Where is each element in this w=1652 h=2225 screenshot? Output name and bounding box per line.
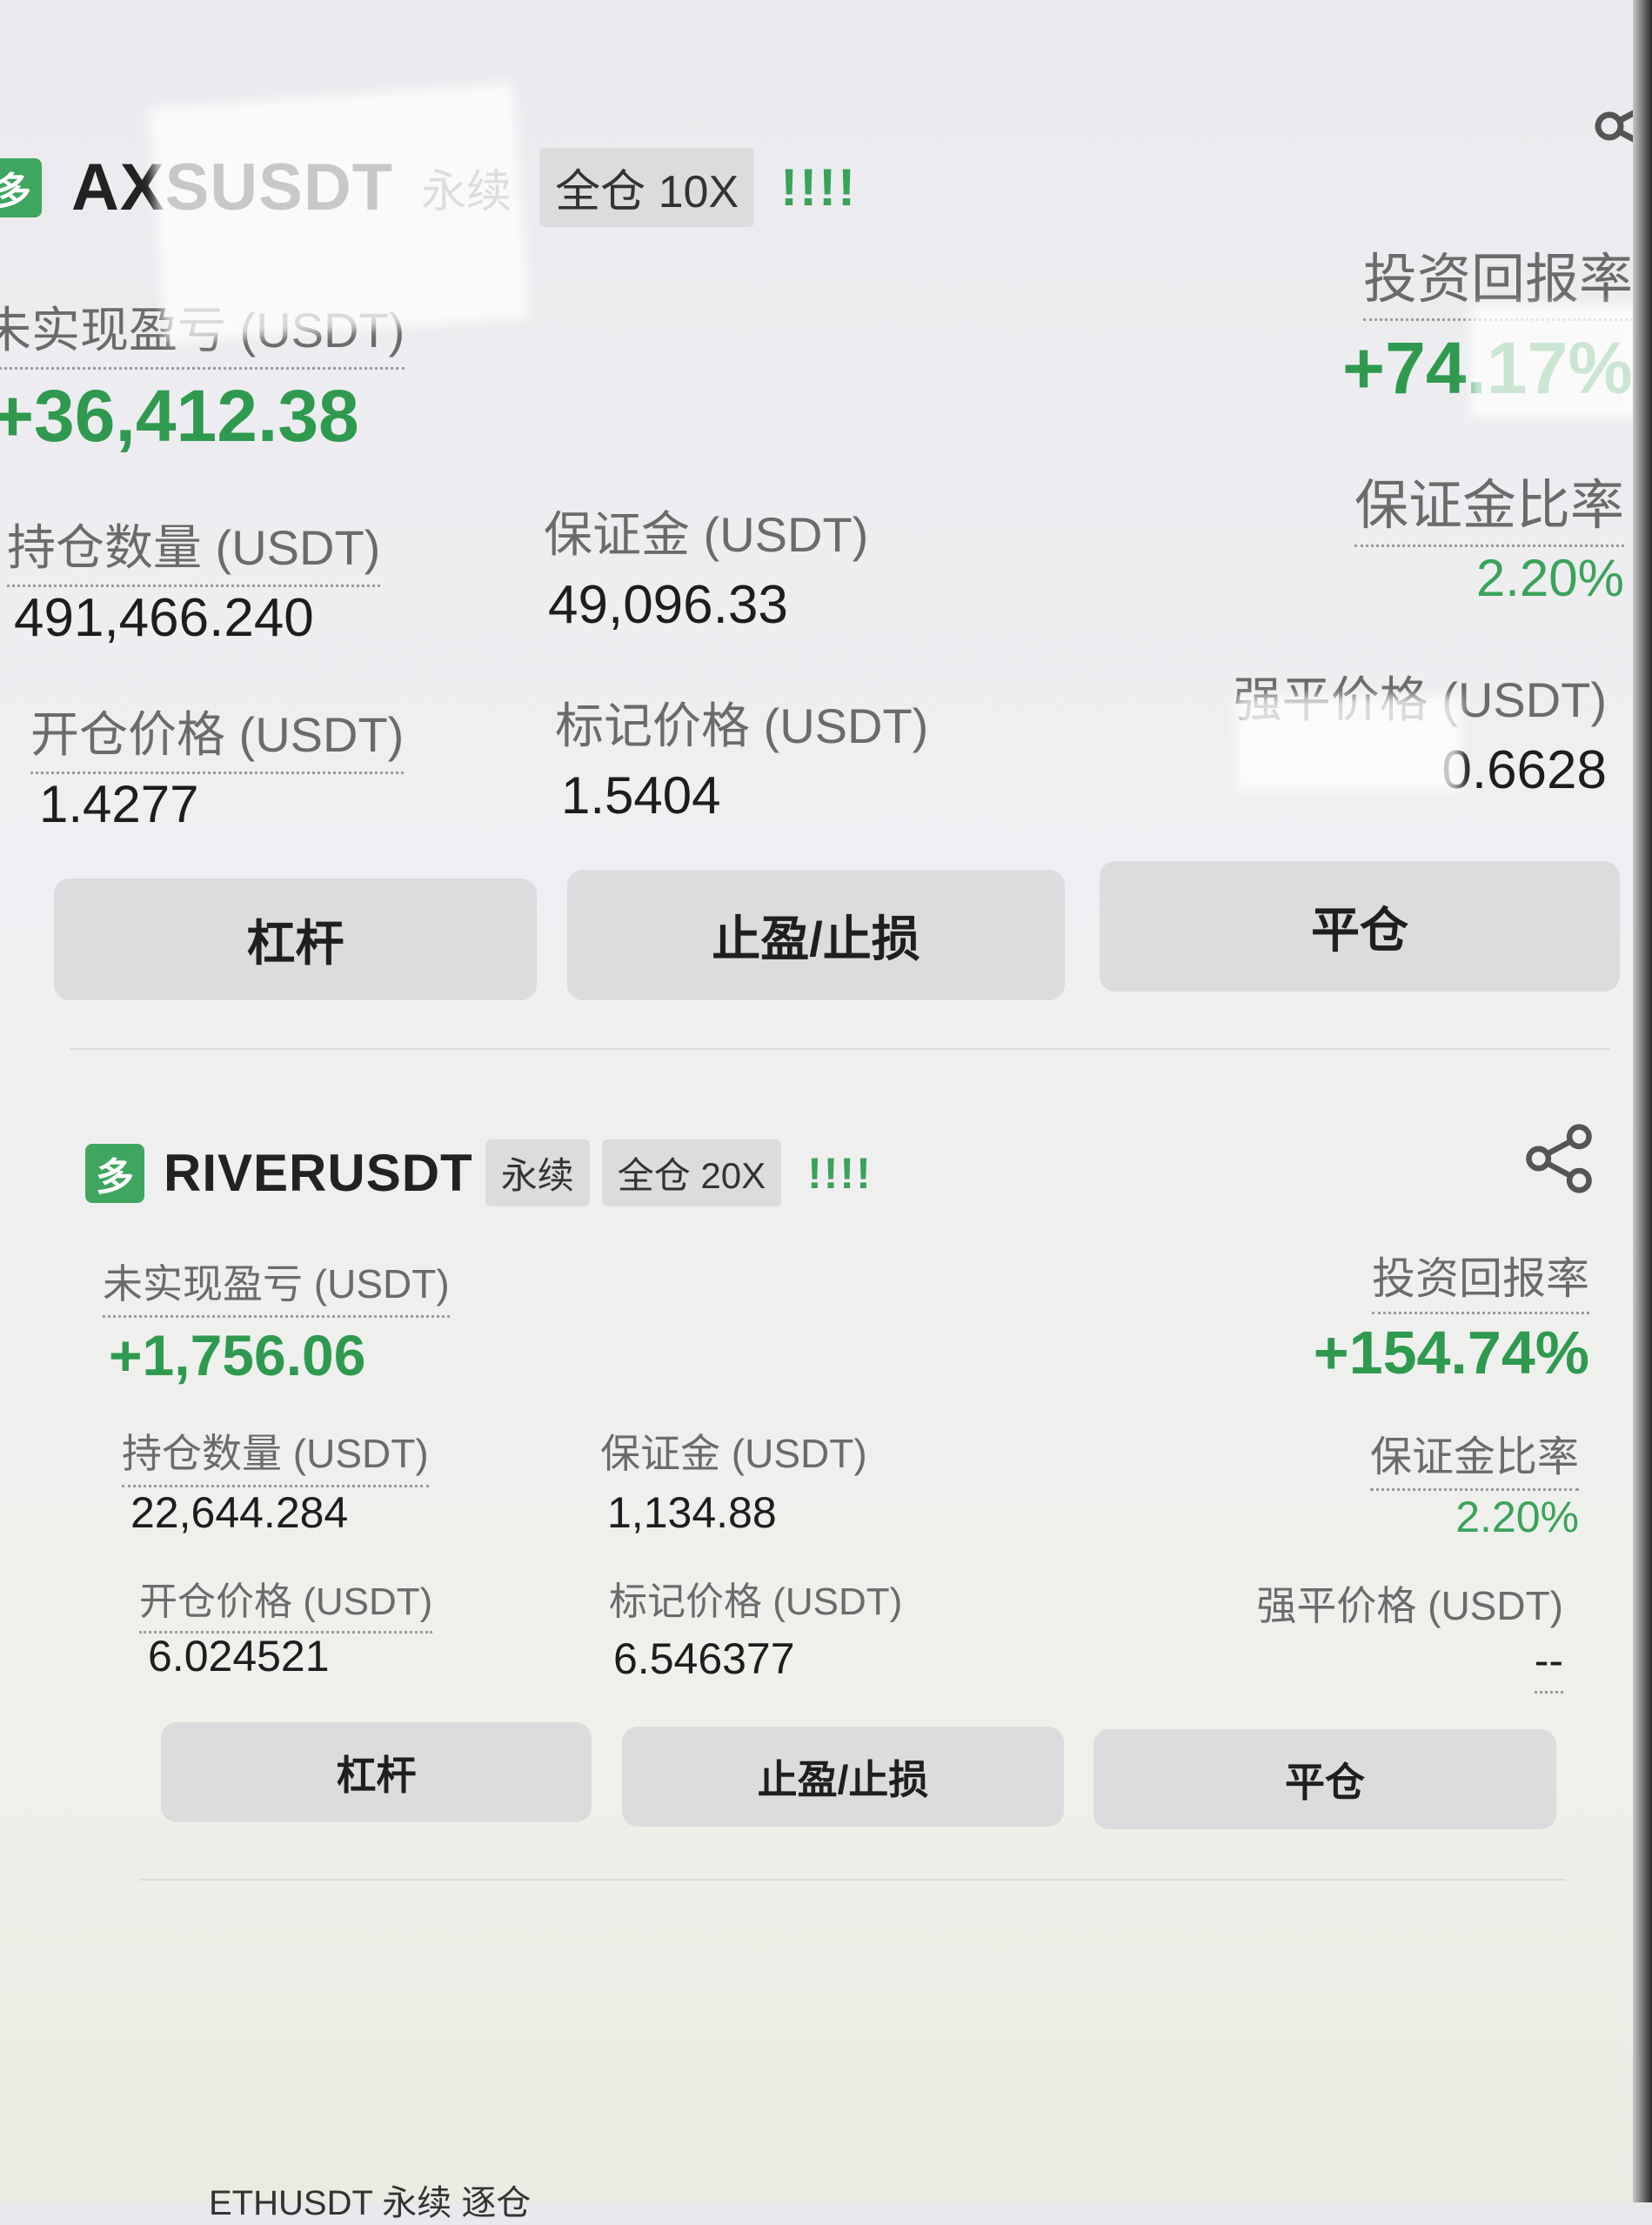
mark-price-label: 标记价格 (USDT) (555, 698, 929, 753)
roi-value: +74.17% (1342, 327, 1633, 409)
position-card: 多 RIVERUSDT 永续 全仓 20X !!!! 未实现盈亏 (USDT) … (0, 1113, 1633, 1861)
tp-sl-button[interactable]: 止盈/止损 (567, 870, 1065, 1000)
signal-indicator: !!!! (807, 1148, 873, 1198)
roi-label[interactable]: 投资回报率 (1372, 1244, 1589, 1314)
liquidation-price-label: 强平价格 (USDT) (1256, 1583, 1563, 1628)
margin-mode-tag[interactable]: 全仓 10X (539, 148, 755, 227)
margin-value: 1,134.88 (607, 1488, 777, 1537)
tp-sl-button[interactable]: 止盈/止损 (622, 1727, 1064, 1827)
long-badge: 多 (85, 1143, 144, 1203)
contract-type-tag: 永续 (421, 167, 512, 217)
leverage-button[interactable]: 杠杆 (161, 1722, 592, 1822)
liquidation-price-value: 0.6628 (1441, 740, 1607, 800)
symbol-name[interactable]: AXSUSDT (71, 150, 393, 225)
unrealized-pnl-value: +1,756.06 (109, 1323, 366, 1387)
position-size-value: 22,644.284 (130, 1488, 349, 1537)
margin-value: 49,096.33 (548, 575, 788, 635)
margin-ratio-label[interactable]: 保证金比率 (1354, 461, 1624, 547)
margin-ratio-value: 2.20% (1455, 1493, 1579, 1541)
liquidation-price-value[interactable]: -- (1534, 1635, 1563, 1694)
position-header: 多 AXSUSDT 永续 全仓 10X !!!! (0, 148, 857, 227)
close-position-button[interactable]: 平仓 (1100, 861, 1620, 992)
leverage-button[interactable]: 杠杆 (54, 879, 537, 1000)
phone-screen: 多 AXSUSDT 永续 全仓 10X !!!! 未实现盈亏 (USDT) +3… (0, 0, 1652, 2222)
signal-indicator: !!!! (780, 158, 858, 217)
liquidation-price-label: 强平价格 (USDT) (1233, 672, 1607, 727)
margin-label: 保证金 (USDT) (544, 507, 869, 562)
share-icon[interactable] (1522, 1122, 1595, 1195)
position-size-label[interactable]: 持仓数量 (USDT) (122, 1422, 429, 1487)
phone-bezel (1633, 0, 1652, 2202)
margin-ratio-label[interactable]: 保证金比率 (1369, 1422, 1579, 1491)
entry-price-value: 6.024521 (148, 1632, 330, 1680)
contract-type-tag: 永续 (485, 1139, 590, 1206)
unrealized-pnl-value: +36,412.38 (0, 375, 359, 457)
entry-price-label[interactable]: 开仓价格 (USDT) (30, 696, 405, 774)
next-position-symbol[interactable]: ETHUSDT 永续 逐仓 (209, 2175, 531, 2225)
card-divider (139, 1879, 1566, 1881)
margin-label: 保证金 (USDT) (600, 1431, 867, 1476)
mark-price-value: 6.546377 (613, 1634, 795, 1683)
margin-mode-tag[interactable]: 全仓 20X (601, 1139, 782, 1206)
long-badge: 多 (0, 157, 42, 217)
unrealized-pnl-label[interactable]: 未实现盈亏 (USDT) (0, 291, 405, 370)
mark-price-label: 标记价格 (USDT) (609, 1580, 903, 1623)
roi-value: +154.74% (1313, 1319, 1589, 1386)
entry-price-value: 1.4277 (39, 775, 199, 833)
unrealized-pnl-label[interactable]: 未实现盈亏 (USDT) (103, 1253, 450, 1318)
mark-price-value: 1.5404 (561, 766, 721, 825)
position-size-value: 491,466.240 (14, 588, 314, 648)
position-header: 多 RIVERUSDT 永续 全仓 20X !!!! (85, 1139, 873, 1206)
close-position-button[interactable]: 平仓 (1094, 1729, 1556, 1829)
entry-price-label[interactable]: 开仓价格 (USDT) (139, 1570, 433, 1634)
position-card: 多 AXSUSDT 永续 全仓 10X !!!! 未实现盈亏 (USDT) +3… (0, 83, 1652, 1009)
margin-ratio-value: 2.20% (1475, 549, 1624, 607)
symbol-name[interactable]: RIVERUSDT (164, 1143, 473, 1203)
card-divider (70, 1048, 1609, 1050)
position-size-label[interactable]: 持仓数量 (USDT) (7, 509, 381, 587)
roi-label[interactable]: 投资回报率 (1362, 235, 1633, 321)
